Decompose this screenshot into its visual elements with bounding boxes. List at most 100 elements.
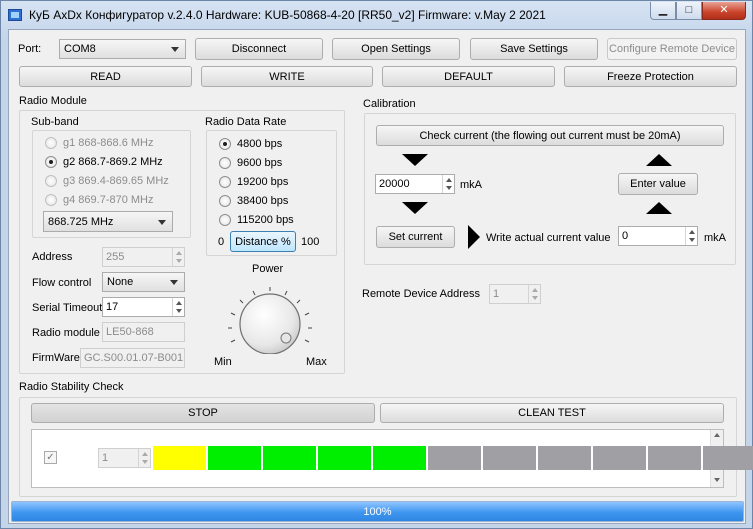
rate-9600-label: 9600 bps [237,157,283,169]
rate-4800-radio[interactable]: 4800 bps [219,138,282,150]
arrow-down-icon [402,202,428,214]
rate-38400-radio[interactable]: 38400 bps [219,195,288,207]
actual-current-value: 0 [622,230,629,242]
title-bar: КуБ AxDx Конфигуратор v.2.4.0 Hardware: … [1,1,752,29]
read-button[interactable]: READ [19,66,192,87]
port-select[interactable]: COM8 [59,39,186,59]
spin-arrows-icon[interactable] [528,285,540,303]
stability-cell [318,446,371,470]
flow-control-select[interactable]: None [102,272,185,292]
radio-icon [45,194,57,206]
client-area: Port: COM8 Disconnect Open Settings Save… [8,29,753,524]
distance-min-label: 0 [218,236,225,248]
flow-control-label: Flow control [32,277,92,289]
scroll-down-icon[interactable] [714,478,720,482]
set-current-button[interactable]: Set current [376,226,455,248]
clean-test-button[interactable]: CLEAN TEST [380,403,724,423]
subband-g1-radio[interactable]: g1 868-868.6 MHz [45,137,154,149]
current-input-spinbox[interactable]: 20000 [375,174,455,194]
rate-4800-label: 4800 bps [237,138,283,150]
maximize-button[interactable]: □ [676,2,702,20]
configure-remote-button[interactable]: Configure Remote Device [607,38,737,60]
remote-address-spinbox[interactable]: 1 [489,284,541,304]
arrow-right-icon [468,225,480,249]
power-dial[interactable] [218,278,322,354]
stability-cell [373,446,426,470]
serial-timeout-spinbox[interactable]: 17 [102,297,185,317]
enter-value-button[interactable]: Enter value [618,173,698,195]
actual-current-spinbox[interactable]: 0 [618,226,698,246]
subband-g4-radio[interactable]: g4 869.7-870 MHz [45,194,154,206]
write-actual-label: Write actual current value [486,232,611,244]
minimize-button[interactable]: ▁ [650,2,676,20]
radio-icon [219,214,231,226]
subband-g1-label: g1 868-868.6 MHz [63,137,154,149]
rate-115200-radio[interactable]: 115200 bps [219,214,294,226]
distance-max-label: 100 [301,236,320,248]
power-label: Power [252,263,284,275]
subband-g3-radio[interactable]: g3 869.4-869.65 MHz [45,175,169,187]
save-settings-button[interactable]: Save Settings [470,38,598,60]
distance-button[interactable]: Distance % [230,231,296,252]
unit-mka-label: mkA [460,179,482,191]
power-min-label: Min [214,356,232,368]
stability-row-spinbox[interactable]: 1 [98,448,151,468]
stability-cell [263,446,316,470]
calibration-title: Calibration [363,98,416,110]
close-button[interactable]: ✕ [702,2,746,20]
stability-title: Radio Stability Check [19,381,124,393]
data-rate-title: Radio Data Rate [205,116,287,128]
subband-title: Sub-band [31,116,79,128]
stability-cell [428,446,481,470]
radio-module-field: LE50-868 [102,322,185,342]
arrow-down-icon [402,154,428,166]
freeze-protection-button[interactable]: Freeze Protection [564,66,737,87]
radio-icon [219,138,231,150]
firmware-field: GC.S00.01.07-B001 [80,348,185,368]
serial-timeout-label: Serial Timeout [32,302,103,314]
stability-cell [703,446,753,470]
subband-g3-label: g3 869.4-869.65 MHz [63,175,169,187]
check-current-button[interactable]: Check current (the flowing out current m… [376,125,724,146]
progress-label: 100% [363,505,392,518]
spin-arrows-icon[interactable] [172,248,184,266]
remote-address-value: 1 [493,288,500,300]
main-window: КуБ AxDx Конфигуратор v.2.4.0 Hardware: … [0,0,753,529]
radio-icon [45,137,57,149]
address-value: 255 [106,251,125,263]
write-button[interactable]: WRITE [201,66,373,87]
address-spinbox[interactable]: 255 [102,247,185,267]
spin-arrows-icon[interactable] [172,298,184,316]
chevron-down-icon [170,280,178,285]
open-settings-button[interactable]: Open Settings [332,38,460,60]
power-max-label: Max [306,356,327,368]
radio-module-title: Radio Module [19,95,87,107]
subband-g4-label: g4 869.7-870 MHz [63,194,154,206]
app-icon [8,9,22,21]
spin-arrows-icon[interactable] [685,227,697,245]
chevron-down-icon [171,47,179,52]
default-button[interactable]: DEFAULT [382,66,555,87]
stop-button[interactable]: STOP [31,403,375,423]
flow-control-value: None [107,276,134,288]
spin-arrows-icon[interactable] [442,175,454,193]
rate-9600-radio[interactable]: 9600 bps [219,157,282,169]
subband-g2-radio[interactable]: g2 868.7-869.2 MHz [45,156,163,168]
disconnect-button[interactable]: Disconnect [195,38,323,60]
frequency-value: 868.725 MHz [48,215,114,228]
stability-cell [153,446,206,470]
serial-timeout-value: 17 [106,301,119,313]
current-input-value: 20000 [379,178,410,190]
arrow-up-icon [646,154,672,166]
window-title: КуБ AxDx Конфигуратор v.2.4.0 Hardware: … [29,8,546,22]
stability-checkbox[interactable]: ✓ [44,451,57,464]
rate-19200-radio[interactable]: 19200 bps [219,176,288,188]
stability-cell [593,446,646,470]
chevron-down-icon [158,219,166,225]
spin-arrows-icon[interactable] [138,449,150,467]
radio-icon [219,157,231,169]
radio-icon [45,175,57,187]
scroll-up-icon[interactable] [714,433,720,437]
frequency-select[interactable]: 868.725 MHz [43,211,173,232]
radio-icon [45,156,57,168]
